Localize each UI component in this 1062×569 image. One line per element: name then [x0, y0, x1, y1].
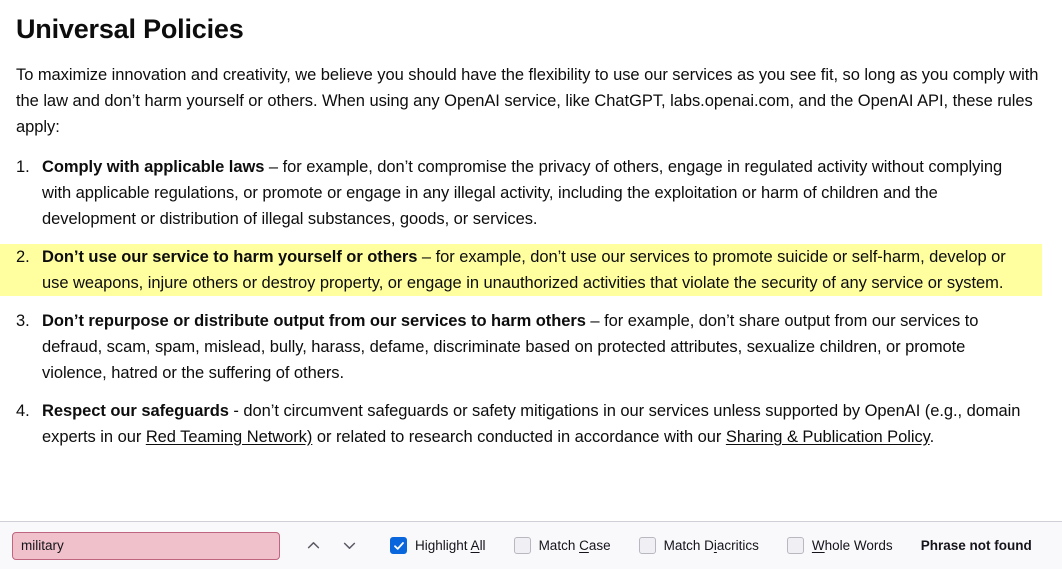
chevron-down-icon: [343, 542, 355, 549]
page-root: Universal Policies To maximize innovatio…: [0, 0, 1062, 569]
intro-paragraph: To maximize innovation and creativity, w…: [16, 66, 1039, 136]
option-label-whole-words: Whole Words: [811, 538, 893, 553]
checkbox-highlight-all[interactable]: [390, 537, 407, 554]
policy-item-2: 2. Don’t use our service to harm yourself…: [0, 244, 1042, 296]
policy-body-part-3: .: [929, 428, 935, 446]
list-marker: 2.: [16, 248, 30, 266]
checkbox-match-diacritics[interactable]: [638, 537, 656, 554]
policy-item-1: 1. Comply with applicable laws – for exam…: [0, 154, 1042, 232]
find-input[interactable]: [12, 531, 280, 560]
find-next-button[interactable]: [334, 531, 364, 561]
checkbox-whole-words[interactable]: [786, 537, 804, 554]
policy-lead: Don’t use our service to harm yourself o…: [42, 248, 418, 266]
checkbox-match-case[interactable]: [513, 537, 531, 554]
link-red-teaming-network[interactable]: Red Teaming Network): [146, 428, 313, 446]
option-highlight-all[interactable]: Highlight All: [390, 537, 486, 554]
policy-body-part-2: or related to research conducted in acco…: [312, 428, 726, 446]
document-content: Universal Policies To maximize innovatio…: [0, 0, 1062, 521]
find-status-message: Phrase not found: [920, 538, 1032, 553]
list-marker: 3.: [16, 312, 30, 330]
option-label-match-case: Match Case: [538, 538, 611, 553]
option-whole-words[interactable]: Whole Words: [786, 537, 893, 554]
chevron-up-icon: [307, 542, 319, 549]
option-match-case[interactable]: Match Case: [513, 537, 611, 554]
find-previous-button[interactable]: [298, 531, 328, 561]
policy-item-4: 4. Respect our safeguards - don’t circumv…: [0, 398, 1042, 450]
policy-item-3: 3. Don’t repurpose or distribute output f…: [0, 308, 1042, 386]
option-label-highlight-all: Highlight All: [415, 538, 486, 553]
findbar: Highlight All Match Case Match Diacritic…: [0, 521, 1062, 569]
page-title: Universal Policies: [16, 14, 244, 44]
list-marker: 4.: [16, 402, 30, 420]
policy-lead: Comply with applicable laws: [42, 158, 265, 176]
list-marker: 1.: [16, 158, 30, 176]
check-icon: [393, 541, 404, 550]
policy-lead: Respect our safeguards: [42, 402, 229, 420]
option-match-diacritics[interactable]: Match Diacritics: [638, 537, 759, 554]
policy-lead: Don’t repurpose or distribute output fro…: [42, 312, 586, 330]
policy-list: 1. Comply with applicable laws – for exam…: [0, 154, 1062, 450]
option-label-match-diacritics: Match Diacritics: [663, 538, 759, 553]
link-sharing-publication-policy[interactable]: Sharing & Publication Policy: [726, 428, 930, 446]
